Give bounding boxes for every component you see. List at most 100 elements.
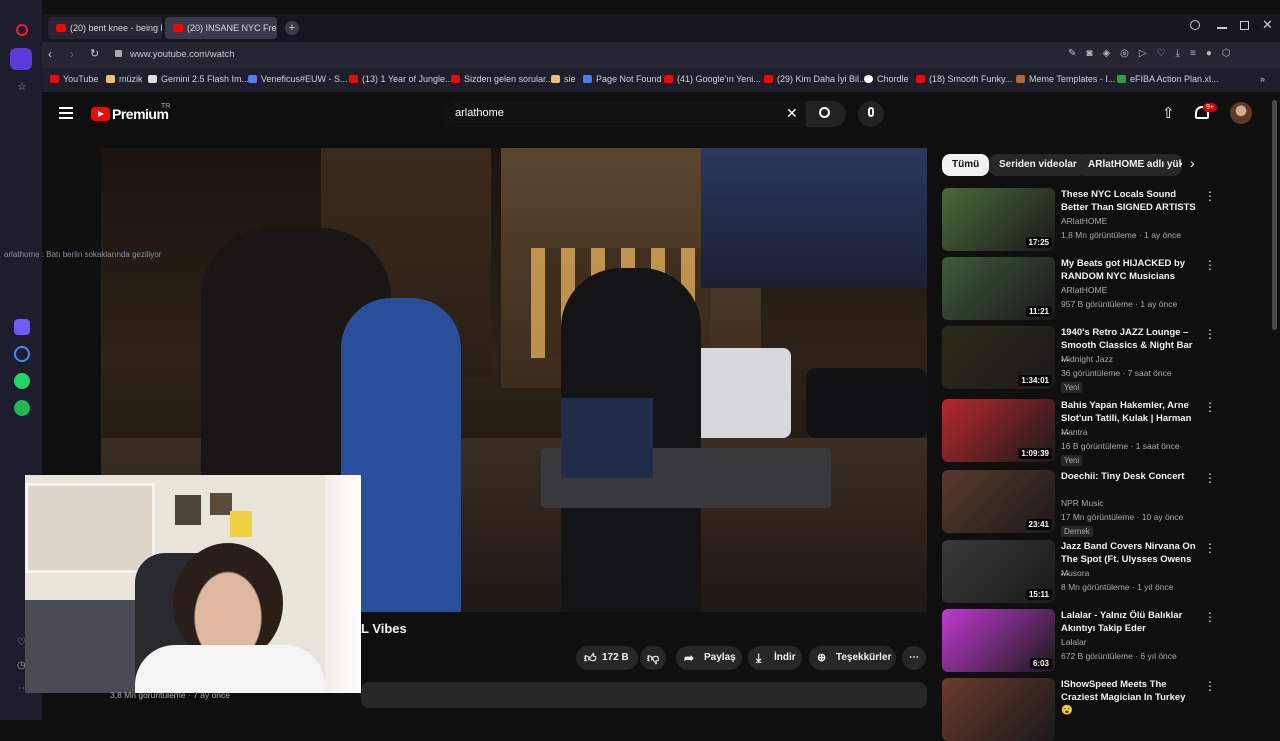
search-tabs-icon[interactable] (1190, 20, 1200, 30)
tab-label: (20) bent knee - being hu (70, 23, 162, 33)
recommendation-thumbnail[interactable]: 1:34:01 (942, 326, 1055, 389)
vpn-icon[interactable]: ◎ (1120, 48, 1139, 59)
recommendation-channel[interactable]: Musora (1061, 568, 1089, 578)
duration-badge: 1:34:01 (1018, 375, 1052, 386)
recommendation-channel[interactable]: Lalalar (1061, 637, 1087, 647)
close-window-icon[interactable]: ✕ (1262, 17, 1273, 33)
duration-badge: 6:03 (1029, 658, 1052, 669)
bookmark-chordle[interactable]: Chordle (864, 74, 909, 84)
bookmark-sorular[interactable]: Sizden gelen sorular... (451, 74, 553, 84)
search-box[interactable]: arlathome ✕ (444, 101, 806, 127)
recommendation-menu-icon[interactable] (1204, 405, 1210, 409)
spotify-icon[interactable] (14, 400, 30, 416)
recommendation-title[interactable]: These NYC Locals Sound Better Than SIGNE… (1061, 188, 1197, 214)
bookmark-muzik[interactable]: müzik (106, 74, 143, 84)
avatar[interactable] (1230, 102, 1252, 124)
opera-logo-icon[interactable] (16, 24, 28, 36)
recommendation-channel[interactable]: NPR Music (1061, 498, 1104, 508)
dislike-button[interactable]: 👎︎ (640, 646, 666, 670)
search-icon (819, 107, 830, 118)
recommendation-channel[interactable]: Mantra (1061, 427, 1087, 437)
recommendation-menu-icon[interactable] (1204, 476, 1210, 480)
guide-menu-icon[interactable] (59, 107, 73, 119)
scrollbar[interactable] (1272, 100, 1277, 330)
tab-insane-nyc[interactable]: (20) INSANE NYC Freestyl (165, 17, 277, 39)
more-actions-button[interactable]: ⋯ (902, 646, 926, 670)
aria-icon[interactable] (14, 319, 30, 335)
description-box[interactable] (361, 682, 927, 708)
upload-icon[interactable]: ⇧ (1162, 104, 1175, 122)
bookmarks-overflow-icon[interactable]: » (1260, 74, 1265, 84)
like-button[interactable]: 👍︎ 172 B (576, 646, 638, 670)
bookmark-sie[interactable]: sie (551, 74, 576, 84)
play-icon[interactable]: ▷ (1139, 48, 1157, 59)
heart-outline-icon[interactable]: ♡ (1157, 48, 1176, 59)
bookmark-youtube[interactable]: YouTube (50, 74, 98, 84)
chips-next-icon[interactable]: › (1190, 155, 1195, 171)
recommendation-thumbnail[interactable]: 23:41 (942, 470, 1055, 533)
recommendation-thumbnail[interactable]: 6:03 (942, 609, 1055, 672)
recommendation-menu-icon[interactable] (1204, 684, 1210, 688)
recommendation-menu-icon[interactable] (1204, 546, 1210, 550)
whatsapp-icon[interactable] (14, 373, 30, 389)
search-button[interactable] (806, 101, 846, 127)
voice-search-button[interactable] (858, 101, 884, 127)
bookmark-google[interactable]: (41) Google'ın Yeni... (664, 74, 761, 84)
recommendation-thumbnail[interactable]: 17:25 (942, 188, 1055, 251)
extension-icon[interactable]: ⬡ (1222, 48, 1241, 59)
webcam-light (325, 475, 361, 693)
menu-icon[interactable]: ≡ (1190, 48, 1206, 59)
recommendation-thumbnail[interactable]: 15:11 (942, 540, 1055, 603)
bookmark-meme[interactable]: Meme Templates - I... (1016, 74, 1115, 84)
bookmark-page-not-found[interactable]: Page Not Found (583, 74, 662, 84)
bookmark-kim-daha[interactable]: (29) Kim Daha İyi Bil... (764, 74, 867, 84)
chip-all[interactable]: Tümü (942, 154, 990, 176)
profile-icon[interactable]: ● (1206, 48, 1222, 59)
recommendation-title[interactable]: My Beats got HIJACKED by RANDOM NYC Musi… (1061, 257, 1197, 283)
bookmark-gemini[interactable]: Gemini 2.5 Flash Im... (148, 74, 249, 84)
recommendation-title[interactable]: IShowSpeed Meets The Craziest Magician I… (1061, 678, 1197, 717)
pin-icon[interactable]: ☆ (17, 80, 27, 93)
folder-icon (551, 75, 560, 83)
recommendation-thumbnail[interactable]: 11:21 (942, 257, 1055, 320)
tab-bent-knee[interactable]: (20) bent knee - being hu (48, 17, 162, 39)
camera-icon[interactable]: ◙ (1086, 48, 1102, 59)
back-icon[interactable]: ‹ (48, 47, 52, 61)
reload-icon[interactable]: ↻ (90, 47, 99, 60)
recommendation-thumbnail[interactable] (942, 678, 1055, 741)
thanks-button[interactable]: ⊕ Teşekkürler (809, 646, 896, 670)
recommendation-channel[interactable]: Midnight Jazz (1061, 354, 1113, 364)
recommendation-title[interactable]: Lalalar - Yalnız Ölü Balıklar Akıntıyı T… (1061, 609, 1197, 635)
recommendation-menu-icon[interactable] (1204, 615, 1210, 619)
recommendation-thumbnail[interactable]: 1:09:39 (942, 399, 1055, 462)
clear-search-icon[interactable]: ✕ (786, 105, 798, 122)
forward-icon[interactable]: › (70, 47, 74, 61)
bookmark-efiba[interactable]: eFIBA Action Plan.xl... (1117, 74, 1219, 84)
recommendation-menu-icon[interactable] (1204, 332, 1210, 336)
shield-icon[interactable]: ◈ (1102, 48, 1120, 59)
recommendation-menu-icon[interactable] (1204, 194, 1210, 198)
recommendation-channel[interactable]: ARlatHOME (1061, 285, 1107, 295)
download-button[interactable]: ⤓ İndir (748, 646, 802, 670)
edit-icon[interactable]: ✎ (1068, 48, 1086, 59)
notification-badge: 9+ (1203, 103, 1217, 112)
share-icon: ➦ (684, 651, 695, 665)
youtube-favicon-icon (764, 75, 773, 83)
chip-channel[interactable]: ARlatHOME adlı yükle (1078, 154, 1182, 176)
bookmark-veneficus[interactable]: Veneficus#EUW - S... (248, 74, 348, 84)
recommendation-menu-icon[interactable] (1204, 263, 1210, 267)
bookmark-jungle[interactable]: (13) 1 Year of Jungle... (349, 74, 453, 84)
bookmark-smooth-funky[interactable]: (18) Smooth Funky... (916, 74, 1012, 84)
messenger-icon[interactable] (14, 346, 30, 362)
download-icon[interactable]: ⤓ (1176, 48, 1190, 59)
maximize-icon[interactable] (1240, 21, 1249, 30)
new-tab-button[interactable]: + (285, 21, 299, 35)
recommendation-channel[interactable]: ARlatHOME (1061, 216, 1107, 226)
recommendation-title[interactable]: Doechii: Tiny Desk Concert (1061, 470, 1197, 483)
share-button[interactable]: ➦ Paylaş (676, 646, 742, 670)
minimize-icon[interactable] (1217, 27, 1227, 29)
home-icon[interactable] (10, 48, 32, 70)
search-input[interactable]: arlathome (455, 107, 504, 119)
chip-series[interactable]: Seriden videolar (989, 154, 1087, 176)
url-field[interactable]: www.youtube.com/watch (130, 49, 235, 60)
